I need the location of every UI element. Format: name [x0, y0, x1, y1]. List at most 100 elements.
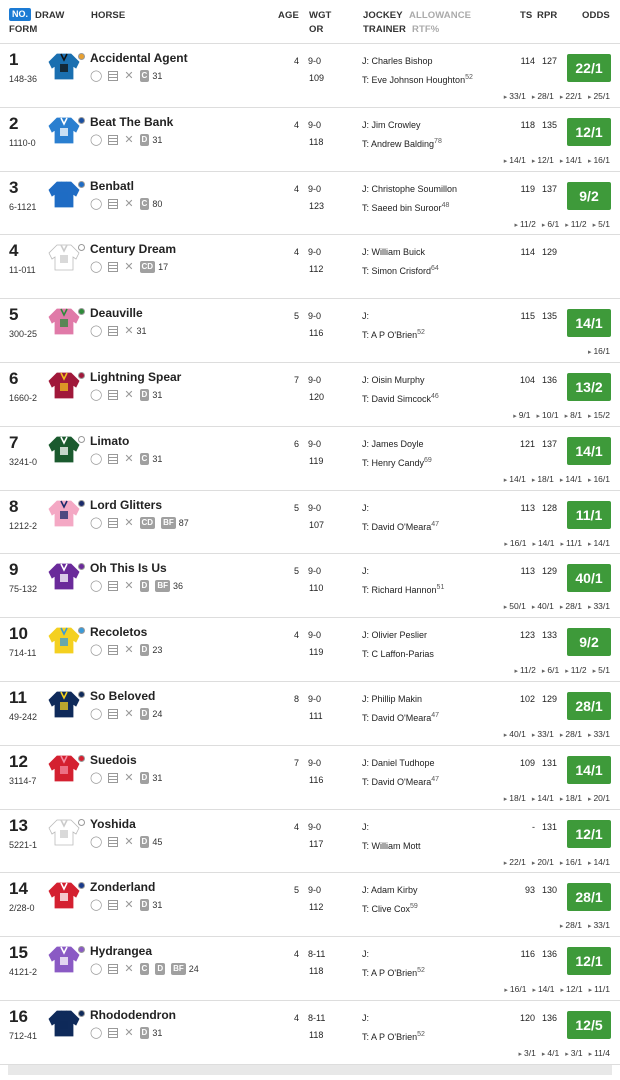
horse-name-link[interactable]: Suedois	[90, 753, 137, 768]
trainer-name[interactable]: T: A P O'Brien	[362, 330, 417, 340]
close-icon[interactable]: ✕	[124, 580, 133, 592]
odds-button[interactable]: 28/1	[567, 691, 611, 720]
close-icon[interactable]: ✕	[124, 70, 133, 82]
close-icon[interactable]: ✕	[124, 261, 133, 273]
notes-icon[interactable]	[108, 71, 119, 81]
tip-bulb-icon[interactable]: ◯	[90, 899, 102, 911]
odds-button[interactable]: 12/5	[567, 1010, 611, 1039]
horse-name-link[interactable]: Lord Glitters	[90, 498, 162, 513]
runner-row[interactable]: 7 3241-0 Limato ◯ ✕ C 31 6 9-0 119 J: Ja…	[0, 427, 620, 491]
trainer-name[interactable]: T: Clive Cox	[362, 904, 410, 914]
horse-name-link[interactable]: Hydrangea	[90, 944, 152, 959]
tip-bulb-icon[interactable]: ◯	[90, 261, 102, 273]
close-icon[interactable]: ✕	[124, 708, 133, 720]
horse-name-link[interactable]: Zonderland	[90, 880, 155, 895]
tip-bulb-icon[interactable]: ◯	[90, 453, 102, 465]
tip-bulb-icon[interactable]: ◯	[90, 772, 102, 784]
column-ts[interactable]: TS	[520, 9, 532, 22]
close-icon[interactable]: ✕	[124, 517, 133, 529]
jockey-link[interactable]: J: Charles Bishop	[362, 55, 433, 67]
notes-icon[interactable]	[108, 262, 119, 273]
trainer-name[interactable]: T: Henry Candy	[362, 458, 424, 468]
notes-icon[interactable]	[108, 453, 119, 464]
trainer-name[interactable]: T: A P O'Brien	[362, 1032, 417, 1042]
odds-button[interactable]: 40/1	[567, 564, 611, 593]
runner-row[interactable]: 10 714-11 Recoletos ◯ ✕ D 23 4 9-0 119 J…	[0, 618, 620, 682]
odds-button[interactable]: 12/1	[567, 117, 611, 146]
trainer-link[interactable]: T: C Laffon-Parias	[362, 646, 434, 660]
trainer-link[interactable]: T: Clive Cox59	[362, 901, 418, 915]
jockey-link[interactable]: J:	[362, 565, 369, 577]
runner-row[interactable]: 6 1660-2 Lightning Spear ◯ ✕ D 31 7 9-0 …	[0, 363, 620, 427]
column-horse[interactable]: HORSE	[91, 9, 125, 22]
runner-row[interactable]: 13 5221-1 Yoshida ◯ ✕ D 45 4 9-0 117 J: …	[0, 810, 620, 874]
horse-name-link[interactable]: So Beloved	[90, 689, 155, 704]
horse-name-link[interactable]: Recoletos	[90, 625, 147, 640]
notes-icon[interactable]	[108, 645, 119, 656]
trainer-name[interactable]: T: Saeed bin Suroor	[362, 203, 442, 213]
trainer-name[interactable]: T: David O'Meara	[362, 777, 431, 787]
tip-bulb-icon[interactable]: ◯	[90, 708, 102, 720]
tip-bulb-icon[interactable]: ◯	[90, 644, 102, 656]
trainer-link[interactable]: T: Henry Candy69	[362, 455, 432, 469]
odds-button[interactable]: 28/1	[567, 883, 611, 912]
close-icon[interactable]: ✕	[124, 325, 133, 337]
jockey-link[interactable]: J: Phillip Makin	[362, 693, 422, 705]
trainer-link[interactable]: T: Eve Johnson Houghton52	[362, 72, 473, 86]
horse-name-link[interactable]: Benbatl	[90, 179, 134, 194]
trainer-name[interactable]: T: William Mott	[362, 841, 421, 851]
column-or[interactable]: OR	[309, 23, 323, 36]
close-icon[interactable]: ✕	[124, 644, 133, 656]
notes-icon[interactable]	[108, 581, 119, 592]
runner-row[interactable]: 1 148-36 Accidental Agent ◯ ✕ C 31 4 9-0…	[0, 44, 620, 108]
runner-row[interactable]: 2 1110-0 Beat The Bank ◯ ✕ D 31 4 9-0 11…	[0, 108, 620, 172]
trainer-link[interactable]: T: Richard Hannon51	[362, 582, 444, 596]
runner-row[interactable]: 15 4121-2 Hydrangea ◯ ✕ C D BF 24 4 8-11 1…	[0, 937, 620, 1001]
column-form[interactable]: FORM	[9, 23, 37, 36]
jockey-link[interactable]: J: Oisin Murphy	[362, 374, 425, 386]
runner-row[interactable]: 5 300-25 Deauville ◯ ✕ 31 5 9-0 116 J: T…	[0, 299, 620, 363]
close-icon[interactable]: ✕	[124, 963, 133, 975]
trainer-name[interactable]: T: C Laffon-Parias	[362, 649, 434, 659]
notes-icon[interactable]	[108, 517, 119, 528]
tip-bulb-icon[interactable]: ◯	[90, 198, 102, 210]
horse-name-link[interactable]: Beat The Bank	[90, 115, 173, 130]
jockey-link[interactable]: J:	[362, 821, 369, 833]
horse-name-link[interactable]: Rhododendron	[90, 1008, 176, 1023]
notes-icon[interactable]	[108, 326, 119, 337]
runner-row[interactable]: 9 75-132 Oh This Is Us ◯ ✕ D BF 36 5 9-0 …	[0, 554, 620, 619]
close-icon[interactable]: ✕	[124, 1027, 133, 1039]
tip-bulb-icon[interactable]: ◯	[90, 134, 102, 146]
trainer-link[interactable]: T: A P O'Brien52	[362, 327, 425, 341]
horse-name-link[interactable]: Accidental Agent	[90, 51, 188, 66]
jockey-link[interactable]: J: William Buick	[362, 246, 425, 258]
runner-row[interactable]: 8 1212-2 Lord Glitters ◯ ✕ CD BF 87 5 9-0…	[0, 491, 620, 555]
trainer-link[interactable]: T: David O'Meara47	[362, 774, 439, 788]
close-icon[interactable]: ✕	[124, 134, 133, 146]
close-icon[interactable]: ✕	[124, 389, 133, 401]
column-draw[interactable]: DRAW	[35, 9, 64, 22]
close-icon[interactable]: ✕	[124, 899, 133, 911]
tip-bulb-icon[interactable]: ◯	[90, 70, 102, 82]
trainer-link[interactable]: T: Saeed bin Suroor48	[362, 200, 449, 214]
jockey-link[interactable]: J: Daniel Tudhope	[362, 757, 435, 769]
jockey-link[interactable]: J:	[362, 310, 369, 322]
notes-icon[interactable]	[108, 708, 119, 719]
odds-button[interactable]: 12/1	[567, 819, 611, 848]
odds-button[interactable]: 9/2	[567, 181, 611, 210]
column-wgt[interactable]: WGT	[309, 9, 331, 22]
jockey-link[interactable]: J: Christophe Soumillon	[362, 183, 457, 195]
tip-bulb-icon[interactable]: ◯	[90, 580, 102, 592]
tip-bulb-icon[interactable]: ◯	[90, 1027, 102, 1039]
column-jockey[interactable]: JOCKEY	[363, 9, 403, 22]
odds-button[interactable]: 14/1	[567, 309, 611, 338]
jockey-link[interactable]: J: Olivier Peslier	[362, 629, 427, 641]
odds-button[interactable]: 22/1	[567, 54, 611, 82]
tip-bulb-icon[interactable]: ◯	[90, 517, 102, 529]
notes-icon[interactable]	[108, 1027, 119, 1038]
trainer-name[interactable]: T: Simon Crisford	[362, 266, 431, 276]
notes-icon[interactable]	[108, 772, 119, 783]
tip-bulb-icon[interactable]: ◯	[90, 836, 102, 848]
column-trainer[interactable]: TRAINER	[363, 23, 406, 36]
trainer-name[interactable]: T: Richard Hannon	[362, 585, 437, 595]
